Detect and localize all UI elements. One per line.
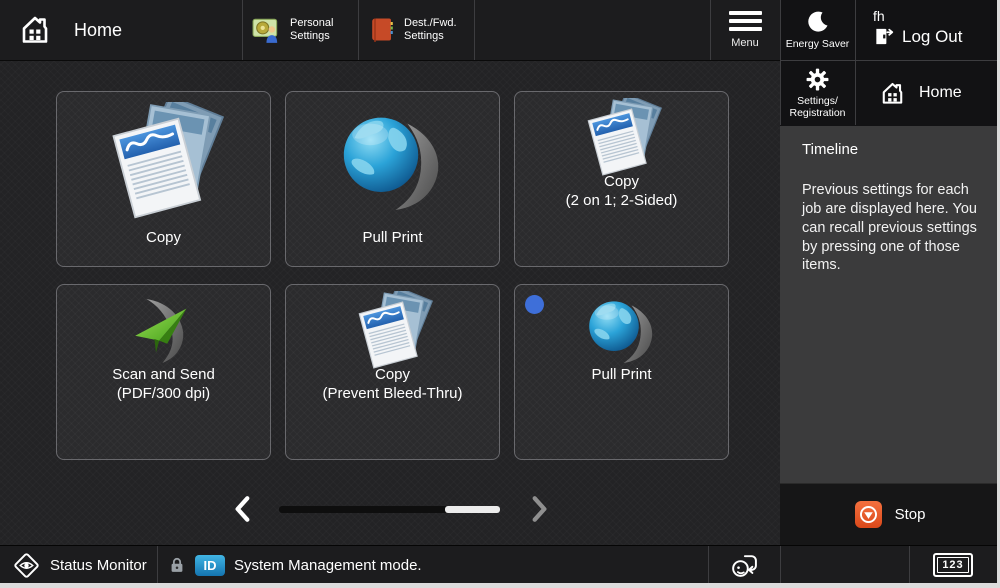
notification-dot (525, 295, 544, 314)
globe-icon (333, 102, 453, 222)
canon-home-screen: Home Personal Settings (0, 0, 1000, 588)
divider (474, 0, 475, 60)
personal-settings-icon (252, 15, 282, 45)
dest-fwd-settings-button[interactable]: Dest./Fwd. Settings (358, 0, 474, 60)
tile-label: Pull Print (515, 365, 728, 384)
chevron-left-icon (232, 494, 254, 524)
copy-documents-icon (582, 98, 662, 178)
divider (157, 546, 158, 584)
settings-registration-label: Settings/ Registration (789, 95, 845, 119)
stop-bar: Stop (780, 483, 1000, 545)
numeric-keypad-button[interactable]: 123 (909, 546, 997, 584)
page-scrollbar-thumb[interactable] (445, 506, 500, 513)
logged-in-user: fh (873, 8, 1000, 24)
stop-button[interactable]: Stop (780, 484, 1000, 545)
settings-registration-button[interactable]: Settings/ Registration (780, 61, 855, 125)
home-tile-area: Copy Pull Print Copy(2 on 1; 2-Sided) Sc… (0, 60, 780, 545)
log-out-button[interactable]: fh Log Out (855, 0, 1000, 60)
copy-documents-icon (353, 291, 433, 371)
tile-label: Copy (57, 228, 270, 247)
tile-label: Copy(Prevent Bleed-Thru) (286, 365, 499, 403)
paper-plane-icon (124, 291, 204, 371)
moon-icon (806, 10, 830, 34)
gear-icon (805, 67, 830, 92)
home-shortcut-label: Home (919, 84, 962, 102)
address-book-icon (368, 16, 396, 44)
log-out-label: Log Out (902, 27, 963, 47)
menu-button[interactable]: Menu (710, 0, 780, 60)
home-icon (879, 80, 906, 107)
home-shortcut-button[interactable]: Home (855, 61, 1000, 125)
energy-saver-button[interactable]: Energy Saver (780, 0, 855, 60)
dest-fwd-settings-label: Dest./Fwd. Settings (404, 17, 457, 44)
status-monitor-button[interactable]: Status Monitor (0, 546, 157, 584)
system-message-area: ID System Management mode. (160, 546, 708, 584)
lock-icon (168, 556, 186, 574)
energy-saver-label: Energy Saver (786, 38, 850, 50)
tile-label: Pull Print (286, 228, 499, 247)
top-bar: Home Personal Settings (0, 0, 780, 60)
tile-pull-print-2[interactable]: Pull Print (514, 284, 729, 460)
page-previous-button[interactable] (230, 494, 256, 524)
right-sidebar: Energy Saver fh Log Out (780, 0, 1000, 588)
timeline-title: Timeline (802, 141, 1000, 158)
tile-copy-prevent-bleed-thru[interactable]: Copy(Prevent Bleed-Thru) (285, 284, 500, 460)
tile-copy[interactable]: Copy (56, 91, 271, 267)
page-next-button[interactable] (526, 494, 552, 524)
home-icon (18, 13, 52, 47)
tile-label: Copy(2 on 1; 2-Sided) (515, 172, 728, 210)
globe-icon (582, 291, 662, 371)
timeline-description: Previous settings for each job are displ… (802, 181, 983, 275)
bottom-status-bar: Status Monitor ID System Management mode… (0, 545, 1000, 583)
page-scrollbar[interactable] (279, 506, 500, 513)
tile-label: Scan and Send(PDF/300 dpi) (57, 365, 270, 403)
screen-edge (0, 583, 1000, 588)
tile-pull-print[interactable]: Pull Print (285, 91, 500, 267)
check-counter-icon (729, 550, 759, 580)
personal-settings-label: Personal Settings (290, 17, 333, 44)
copy-documents-icon (104, 102, 224, 222)
hamburger-menu-icon (729, 11, 762, 32)
page-title: Home (74, 20, 122, 41)
menu-label: Menu (731, 37, 759, 49)
check-counter-button[interactable] (708, 546, 780, 584)
timeline-panel: Timeline Previous settings for each job … (780, 126, 1000, 483)
chevron-right-icon (528, 494, 550, 524)
numeric-keypad-icon: 123 (933, 553, 972, 577)
status-monitor-eye-icon (13, 552, 40, 579)
stop-label: Stop (895, 506, 926, 523)
personal-settings-button[interactable]: Personal Settings (242, 0, 358, 60)
tile-scan-and-send[interactable]: Scan and Send(PDF/300 dpi) (56, 284, 271, 460)
system-message: System Management mode. (234, 557, 422, 574)
current-screen-title: Home (0, 0, 242, 60)
divider (780, 546, 781, 584)
log-out-door-icon (873, 26, 894, 47)
status-monitor-label: Status Monitor (50, 557, 147, 574)
stop-icon (855, 501, 882, 528)
tile-copy-2on1-2sided[interactable]: Copy(2 on 1; 2-Sided) (514, 91, 729, 267)
id-badge: ID (195, 555, 225, 576)
